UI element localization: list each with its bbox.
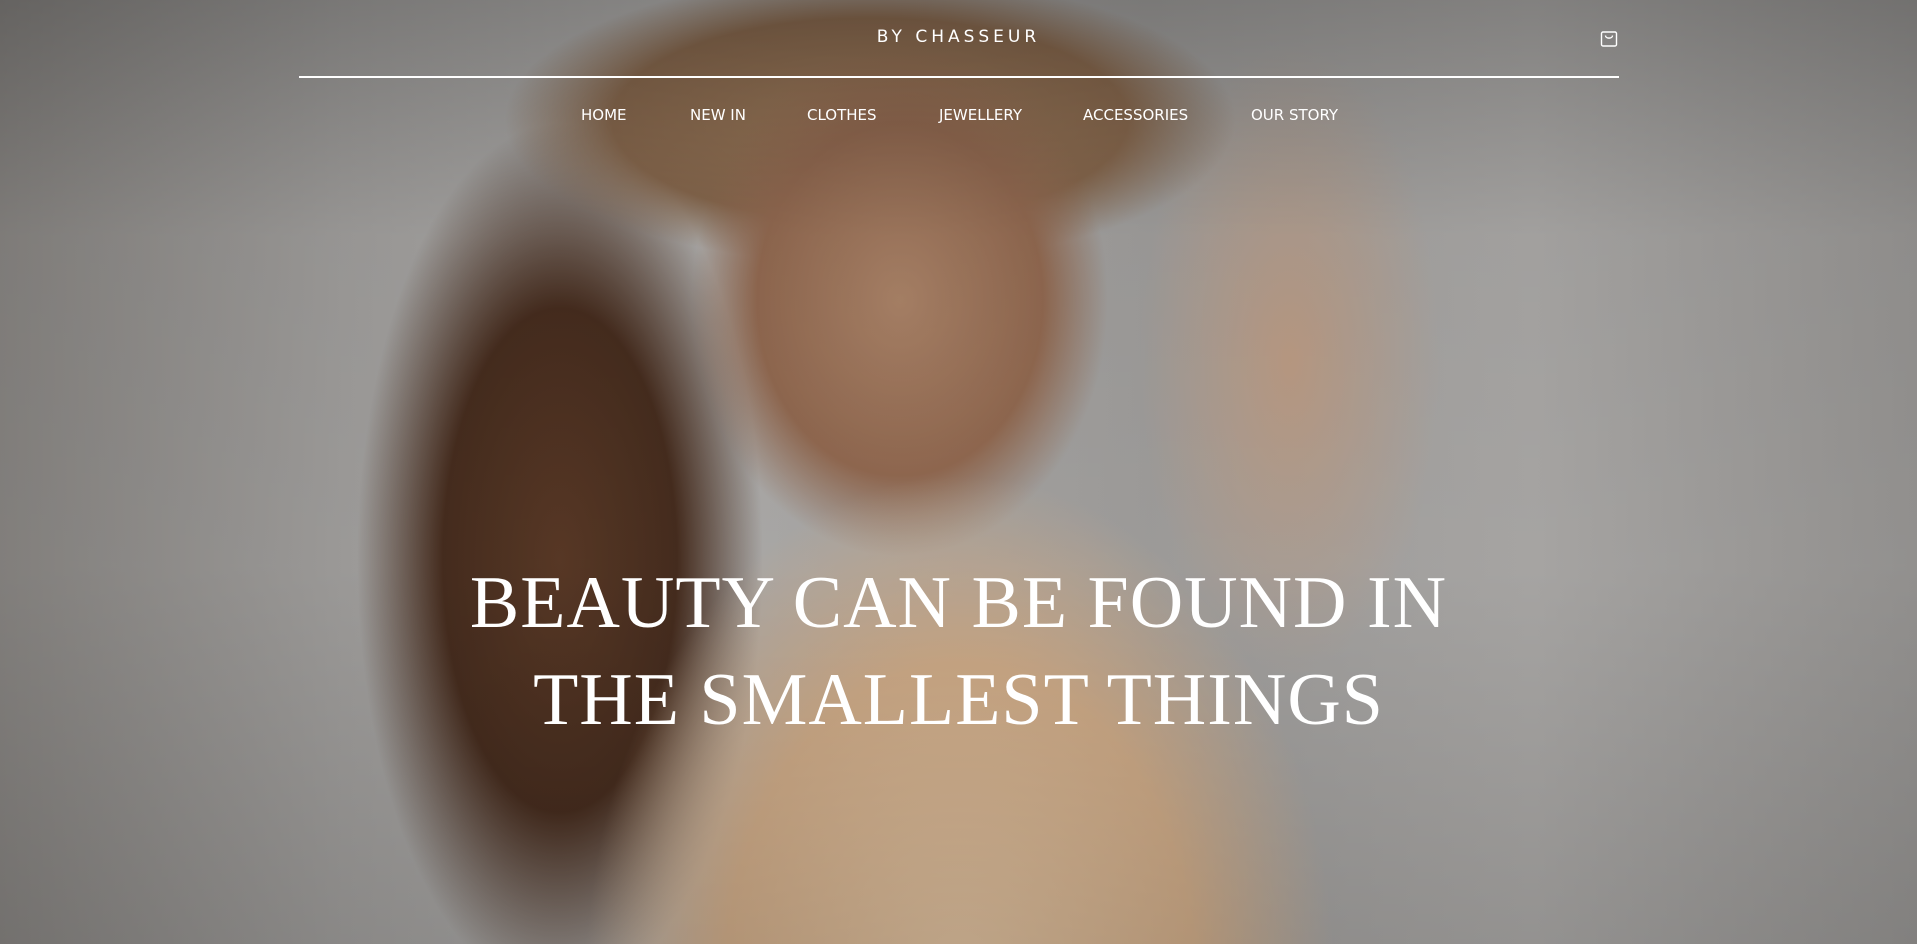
main-navigation: HOME NEW IN CLOTHES JEWELLERY ACCESSORIE… xyxy=(0,106,1917,128)
nav-item-jewellery[interactable]: JEWELLERY xyxy=(939,106,1022,124)
home-page: BY CHASSEUR HOME NEW IN CLOTHES JEWELLER… xyxy=(0,0,1917,944)
nav-item-home[interactable]: HOME xyxy=(581,106,627,124)
hero-headline-line-1: BEAUTY CAN BE FOUND IN xyxy=(469,562,1448,644)
nav-item-new-in[interactable]: NEW IN xyxy=(690,106,746,124)
nav-item-clothes[interactable]: CLOTHES xyxy=(807,106,877,124)
header-divider xyxy=(299,76,1619,78)
nav-item-our-story[interactable]: OUR STORY xyxy=(1251,106,1338,124)
hero-headline: BEAUTY CAN BE FOUND IN THE SMALLEST THIN… xyxy=(0,555,1917,749)
nav-item-accessories[interactable]: ACCESSORIES xyxy=(1083,106,1188,124)
hero-overlay xyxy=(0,0,1917,944)
brand-logo[interactable]: BY CHASSEUR xyxy=(0,27,1917,47)
shopping-bag-icon[interactable] xyxy=(1598,27,1620,49)
site-header: BY CHASSEUR HOME NEW IN CLOTHES JEWELLER… xyxy=(0,0,1917,140)
hero-headline-line-2: THE SMALLEST THINGS xyxy=(533,659,1384,741)
